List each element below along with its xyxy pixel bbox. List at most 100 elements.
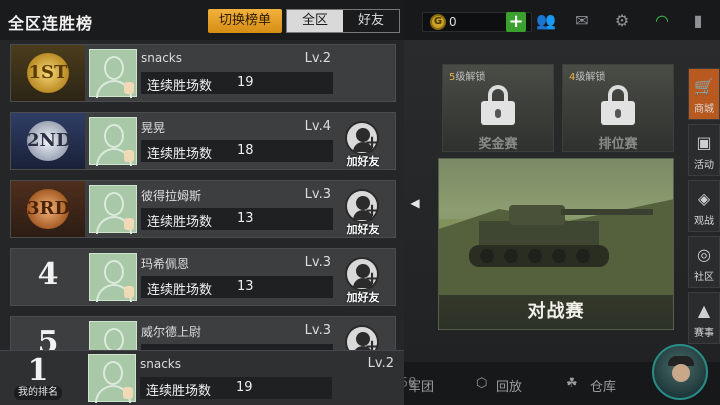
- wifi-icon: ◠: [655, 11, 669, 30]
- mode-name: 奖金赛: [478, 137, 518, 152]
- lock-icon: [601, 85, 635, 125]
- side-tab-label: 观战: [694, 216, 714, 227]
- add-friend-button[interactable]: + 加好友: [343, 257, 383, 304]
- rank-medal-icon: 3RD: [27, 189, 70, 229]
- rank-number: 5: [37, 325, 59, 350]
- battle-mode-label: 对战赛: [439, 295, 673, 329]
- battle-mode-card[interactable]: 对战赛: [438, 158, 674, 330]
- side-tab-spectate[interactable]: ◈ 观战: [688, 180, 720, 232]
- mode-name: 排位赛: [598, 137, 638, 152]
- avatar[interactable]: [89, 321, 137, 350]
- avatar[interactable]: [88, 354, 136, 403]
- rank-number: 4: [37, 257, 59, 292]
- leaderboard-row[interactable]: 3RD 彼得拉姆斯 Lv.3 连续胜场数 13 + 加好友: [10, 180, 396, 238]
- add-friend-label: 加好友: [346, 223, 380, 236]
- trophy-icon: ▲: [697, 301, 711, 320]
- leaderboard-list[interactable]: 1ST snacks Lv.2 连续胜场数 19 2ND 晃晃 Lv.4 连续胜场数 18 + 加好友…: [10, 44, 396, 350]
- gold-coin-icon: G: [430, 14, 446, 30]
- warehouse-icon: ☘: [566, 376, 578, 391]
- player-level: Lv.3: [304, 323, 331, 338]
- rank-box: 5: [11, 317, 85, 350]
- shop-icon: 🛒: [694, 77, 714, 96]
- player-name: 彼得拉姆斯: [141, 189, 202, 203]
- rank-box: 1ST: [11, 45, 85, 101]
- side-tab-label: 活动: [694, 160, 714, 171]
- unlock-text: 级解锁: [575, 72, 606, 83]
- tab-friends[interactable]: 好友: [343, 10, 399, 32]
- side-tab-community[interactable]: ◎ 社区: [688, 236, 720, 288]
- stat-label: 连续胜场数: [146, 384, 212, 399]
- add-gold-button[interactable]: +: [506, 12, 526, 32]
- stat-value: 18: [237, 143, 254, 158]
- eye-icon: ◈: [697, 189, 711, 208]
- scope-tabs: 全区 好友: [286, 9, 400, 33]
- win-streak-stat: 连续胜场数 18: [141, 140, 333, 162]
- my-rank-number: 1: [27, 353, 49, 388]
- stat-value: 19: [236, 380, 253, 395]
- stat-label: 连续胜场数: [147, 147, 213, 162]
- player-level: Lv.2: [304, 51, 331, 66]
- side-tab-events[interactable]: ▣ 活动: [688, 124, 720, 176]
- stat-label: 连续胜场数: [147, 283, 213, 298]
- rank-box: 2ND: [11, 113, 85, 169]
- player-name: snacks: [141, 51, 183, 65]
- side-tab-label: 赛事: [694, 328, 714, 339]
- player-name: 玛希佩恩: [141, 257, 190, 271]
- side-tab-shop[interactable]: 🛒 商城: [688, 68, 720, 120]
- bottom-nav-replay[interactable]: 回放: [496, 376, 522, 395]
- add-friend-label: 加好友: [346, 155, 380, 168]
- side-tab-tournament[interactable]: ▲ 赛事: [688, 292, 720, 344]
- stat-label: 连续胜场数: [147, 215, 213, 230]
- tank-illustration: [439, 159, 673, 299]
- win-streak-stat: 连续胜场数 19: [141, 72, 333, 94]
- side-tab-label: 商城: [694, 104, 714, 115]
- rank-medal-icon: 2ND: [27, 121, 72, 161]
- events-icon: ▣: [696, 133, 712, 152]
- commander-avatar[interactable]: [652, 344, 708, 400]
- battery-icon: ▮: [693, 11, 703, 30]
- bottom-nav-legion[interactable]: 军团: [408, 376, 434, 395]
- leaderboard-title: 全区连胜榜: [8, 14, 94, 33]
- leaderboard-header: 全区连胜榜 切换榜单 全区 好友: [0, 0, 404, 40]
- side-tab-bar: 🛒 商城 ▣ 活动 ◈ 观战 ◎ 社区 ▲ 赛事: [688, 68, 720, 348]
- player-level: Lv.3: [304, 255, 331, 270]
- gear-icon[interactable]: ⚙: [612, 11, 632, 30]
- switch-leaderboard-button[interactable]: 切换榜单: [208, 9, 282, 33]
- my-rank-row: 1 我的排名 snacks Lv.2 连续胜场数 19: [0, 350, 404, 405]
- leaderboard-row[interactable]: 1ST snacks Lv.2 连续胜场数 19: [10, 44, 396, 102]
- rank-medal-icon: 1ST: [27, 53, 69, 93]
- side-tab-label: 社区: [694, 272, 714, 283]
- leaderboard-row[interactable]: 2ND 晃晃 Lv.4 连续胜场数 18 + 加好友: [10, 112, 396, 170]
- stat-value: 13: [237, 211, 254, 226]
- player-name: 威尔德上尉: [141, 325, 202, 339]
- replay-icon: ⬡: [476, 376, 488, 391]
- unlock-text: 级解锁: [455, 72, 486, 83]
- add-friend-label: 加好友: [346, 291, 380, 304]
- add-friend-button[interactable]: +: [343, 325, 383, 350]
- player-name: 晃晃: [141, 121, 166, 135]
- player-level: Lv.4: [304, 119, 331, 134]
- leaderboard-row[interactable]: 4 玛希佩恩 Lv.3 连续胜场数 13 + 加好友: [10, 248, 396, 306]
- stat-value: 13: [237, 279, 254, 294]
- avatar[interactable]: [89, 117, 137, 166]
- rank-box: 3RD: [11, 181, 85, 237]
- player-name: snacks: [140, 357, 182, 371]
- my-rank-label: 我的排名: [14, 386, 62, 400]
- mail-icon[interactable]: ✉: [572, 11, 592, 30]
- tab-all-servers[interactable]: 全区: [287, 10, 343, 32]
- win-streak-stat: 连续胜场数 13: [141, 276, 333, 298]
- player-level: Lv.3: [304, 187, 331, 202]
- avatar[interactable]: [89, 49, 137, 98]
- avatar[interactable]: [89, 253, 137, 302]
- leaderboard-row[interactable]: 5威尔德上尉Lv.3连续胜场数+: [10, 316, 396, 350]
- avatar[interactable]: [89, 185, 137, 234]
- ranked-mode-card[interactable]: 4级解锁 排位赛: [562, 64, 674, 152]
- globe-icon: ◎: [697, 245, 711, 264]
- add-friend-button[interactable]: + 加好友: [343, 121, 383, 168]
- friends-icon[interactable]: 👥: [536, 11, 556, 30]
- win-streak-stat: 连续胜场数 19: [140, 377, 332, 399]
- collapse-panel-arrow-icon[interactable]: ◀: [408, 194, 422, 212]
- bottom-nav-warehouse[interactable]: 仓库: [590, 376, 616, 395]
- add-friend-button[interactable]: + 加好友: [343, 189, 383, 236]
- gold-cup-mode-card[interactable]: 5级解锁 奖金赛: [442, 64, 554, 152]
